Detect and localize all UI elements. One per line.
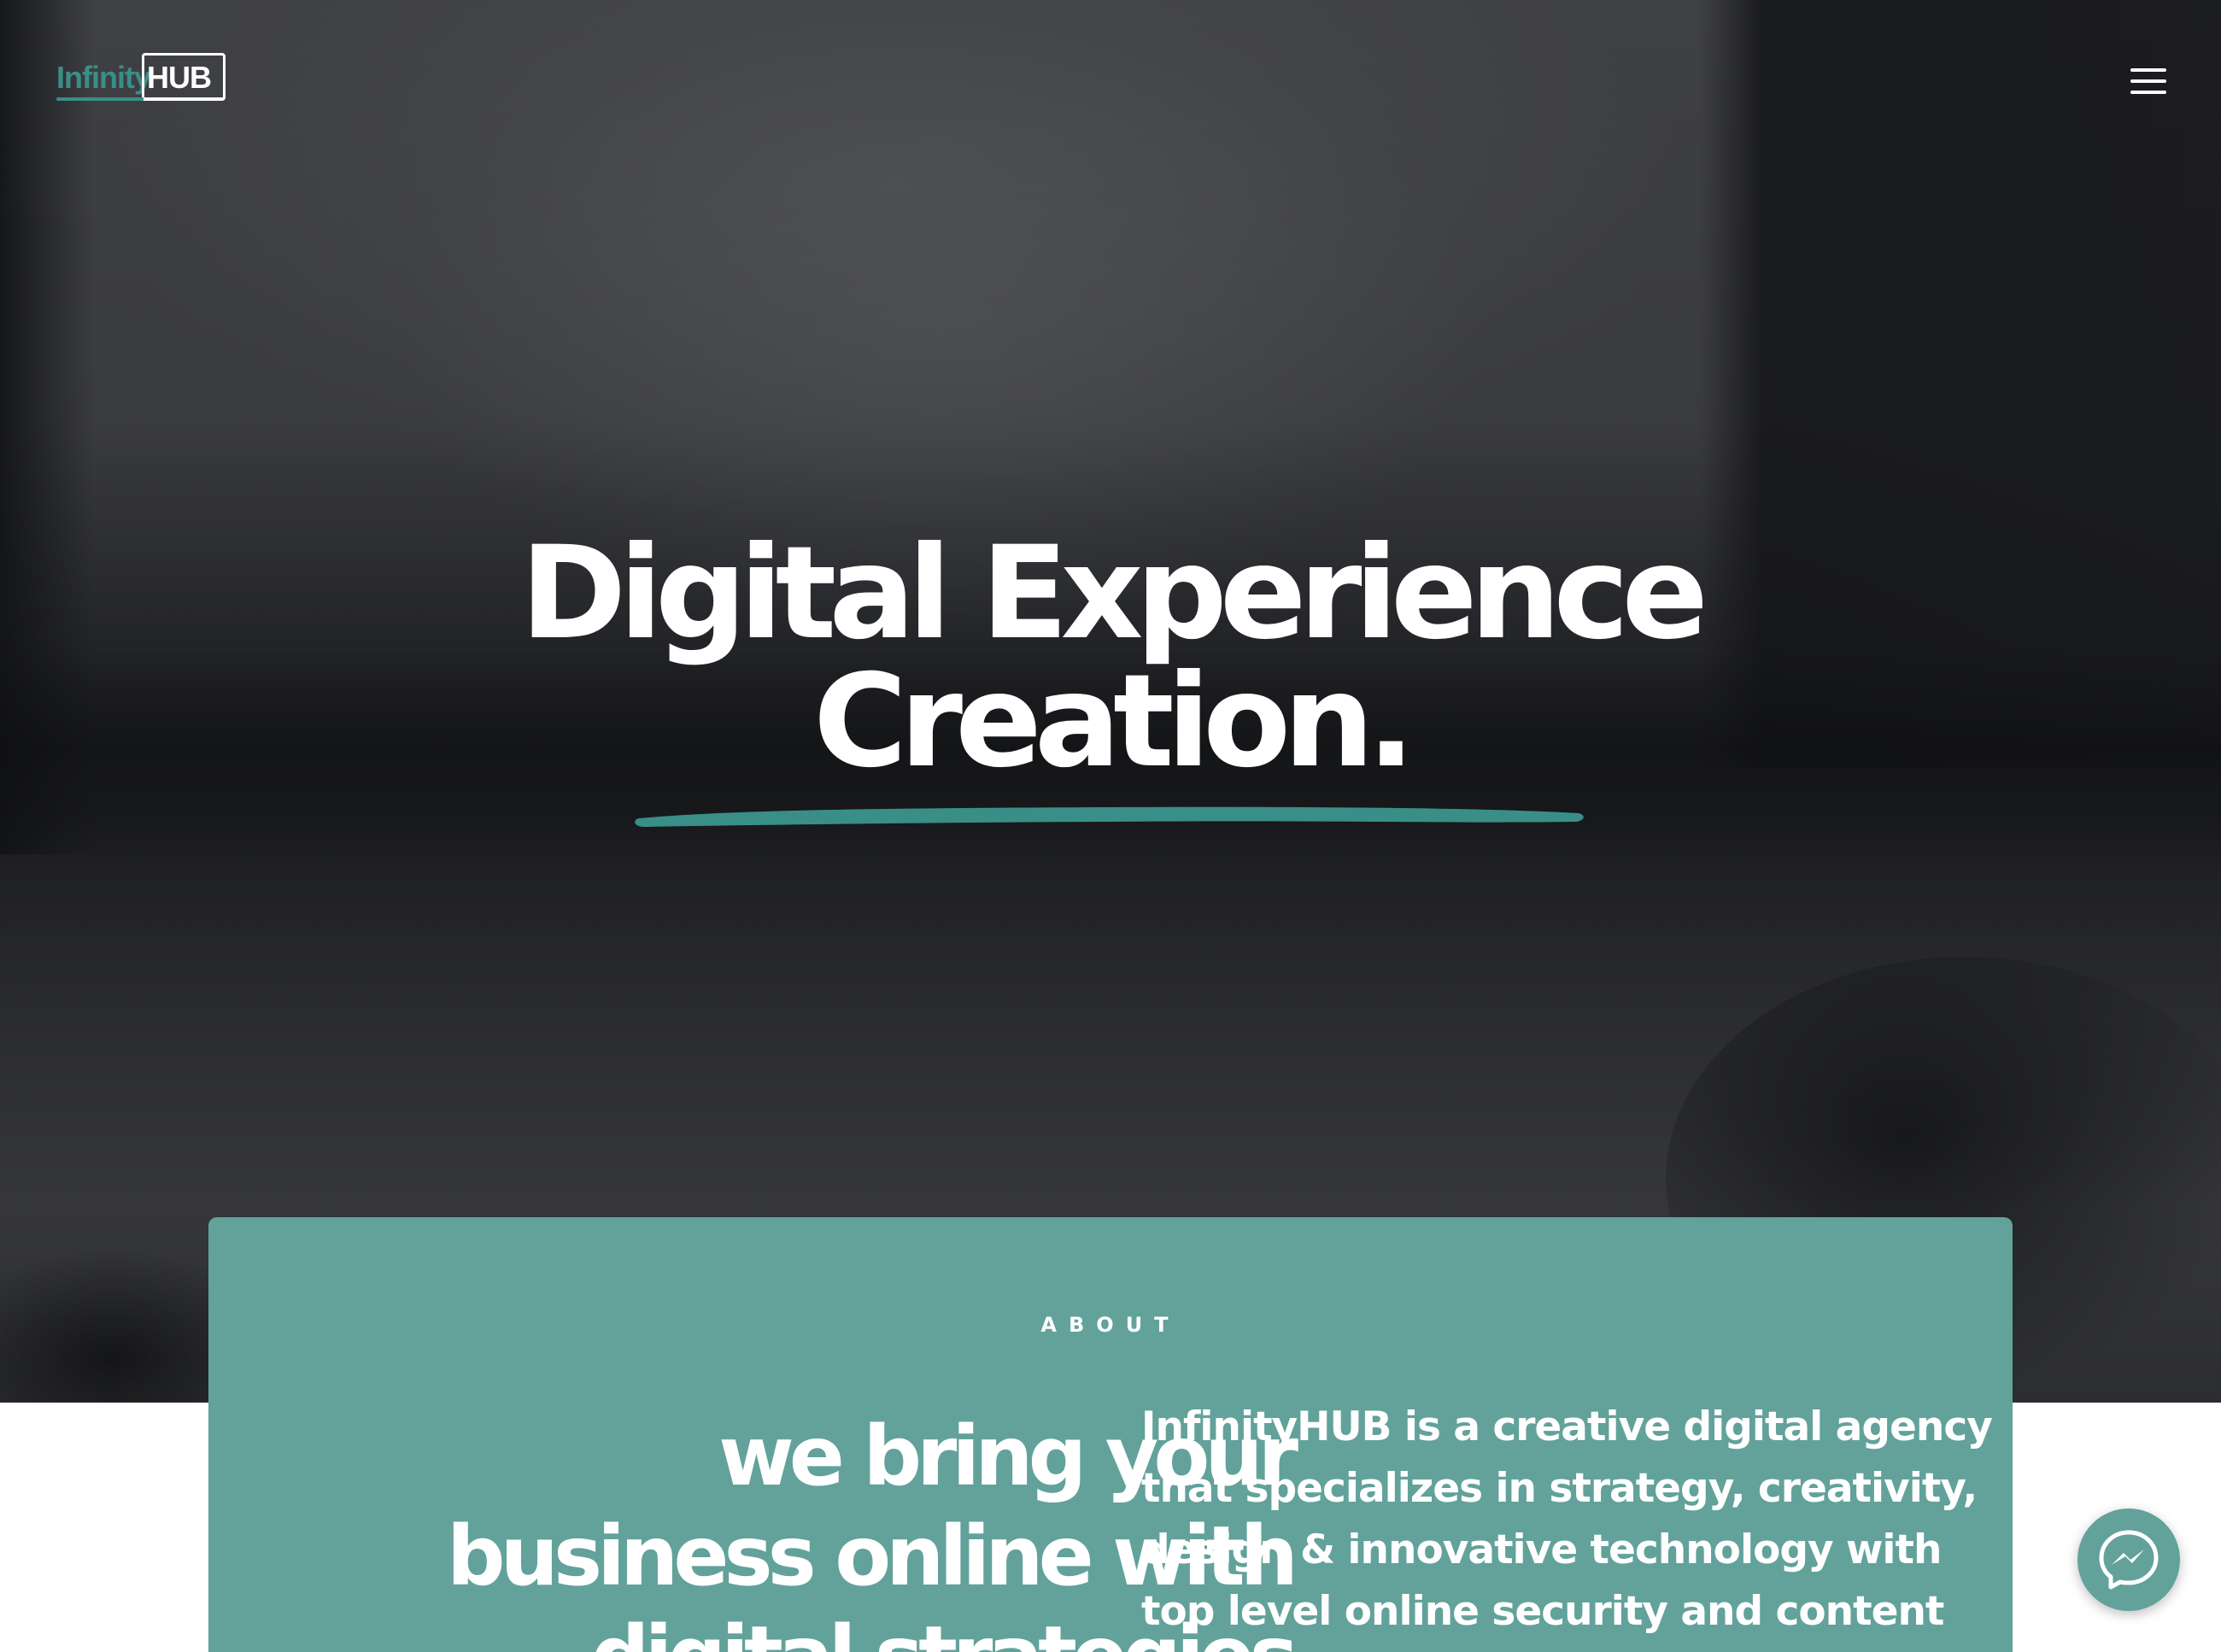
hero-headline: Digital Experience Creation. xyxy=(256,530,1965,786)
menu-bar-middle xyxy=(2130,79,2166,83)
menu-bar-bottom xyxy=(2130,91,2166,94)
about-title: we bring your business online with digit… xyxy=(446,1409,1298,1652)
logo-text-hub: HUB xyxy=(147,60,212,95)
logo-laptop-base xyxy=(56,97,224,101)
hero-headline-line-1: Digital Experience xyxy=(519,519,1708,668)
hero-headline-line-2: Creation. xyxy=(813,647,1415,796)
page: Infinity HUB Digital Experience Creation… xyxy=(0,0,2221,1652)
site-logo[interactable]: Infinity HUB xyxy=(56,53,227,106)
messenger-chat-button[interactable] xyxy=(2077,1508,2180,1611)
hamburger-menu-icon[interactable] xyxy=(2130,68,2166,96)
brush-underline xyxy=(635,806,1584,827)
hero-background-glow xyxy=(103,0,1691,530)
about-description: InfinityHUB is a creative digital agency… xyxy=(1141,1403,1993,1635)
menu-bar-top xyxy=(2130,68,2166,72)
hero-section: Infinity HUB Digital Experience Creation… xyxy=(0,0,2221,1403)
about-card: ABOUT we bring your business online with… xyxy=(208,1217,2013,1652)
messenger-icon xyxy=(2099,1530,2159,1590)
about-label: ABOUT xyxy=(1040,1313,1181,1337)
logo-text-infinity: Infinity xyxy=(56,60,151,95)
